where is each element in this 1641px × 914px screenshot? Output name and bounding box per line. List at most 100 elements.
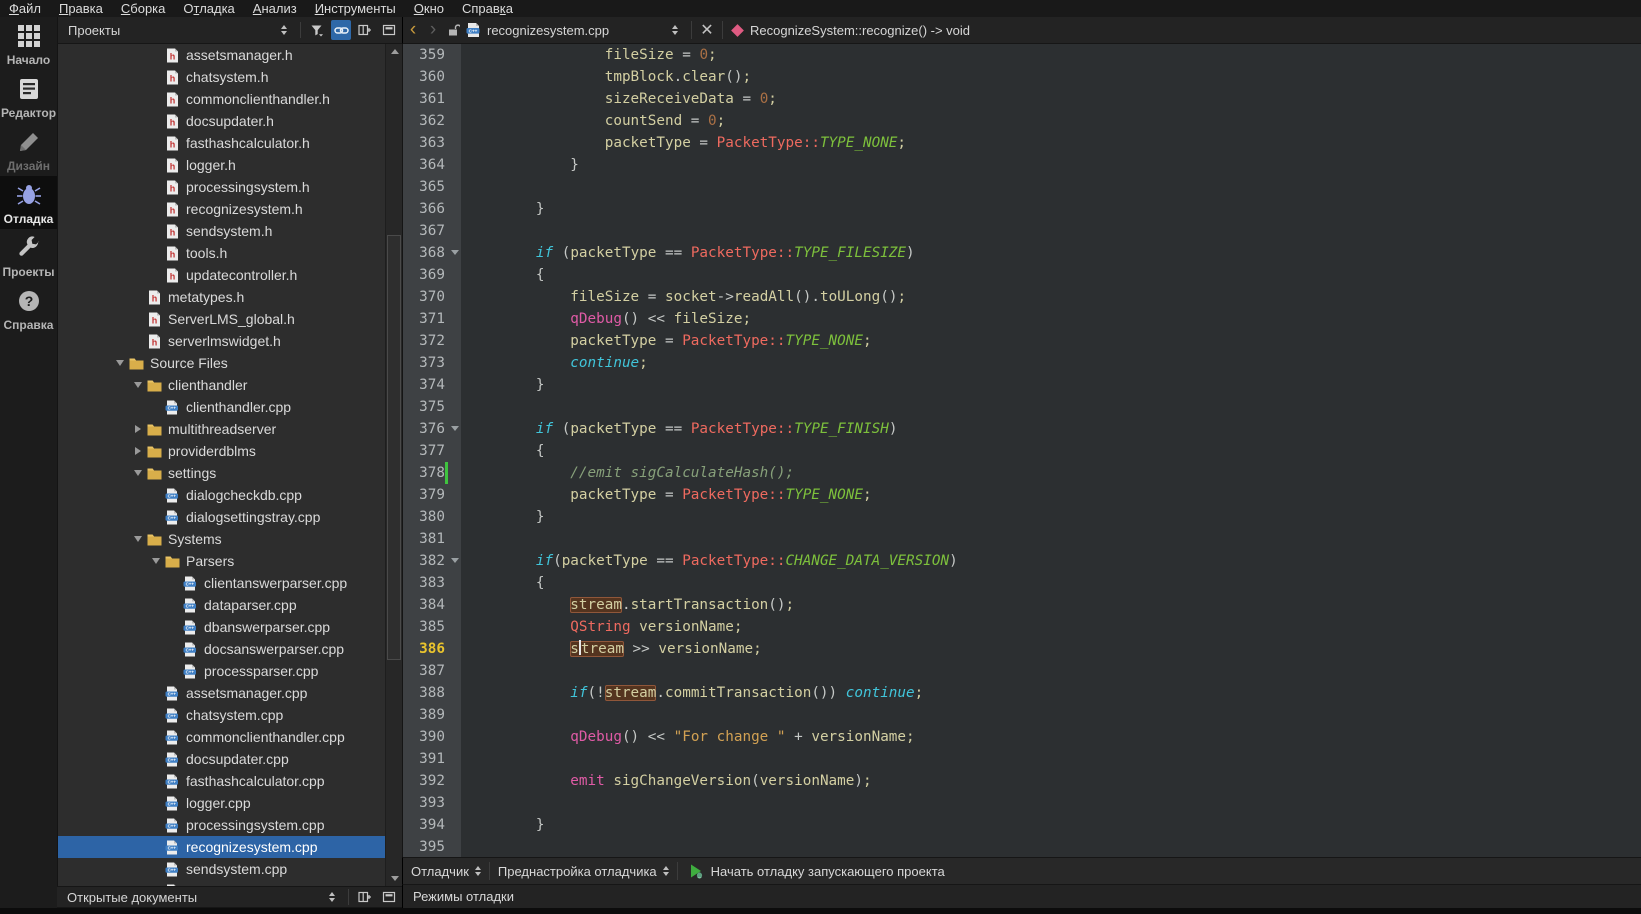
line-number[interactable]: 382 (403, 550, 461, 572)
tree-row[interactable]: C++dbanswerparser.cpp (58, 616, 402, 638)
line-number[interactable]: 381 (403, 528, 461, 550)
tree-row[interactable]: hfasthashcalculator.h (58, 132, 402, 154)
collapsed-arrow-icon[interactable] (130, 421, 146, 437)
tree-row[interactable]: clienthandler (58, 374, 402, 396)
current-symbol-selector[interactable]: RecognizeSystem::recognize() -> void (750, 23, 970, 38)
open-file-selector[interactable]: recognizesystem.cpp (487, 23, 665, 38)
line-number[interactable]: 359 (403, 44, 461, 66)
line-number[interactable]: 392 (403, 770, 461, 792)
expanded-arrow-icon[interactable] (148, 553, 164, 569)
split-icon[interactable] (355, 887, 375, 907)
line-number[interactable]: 393 (403, 792, 461, 814)
expanded-arrow-icon[interactable] (130, 531, 146, 547)
tree-row[interactable]: settings (58, 462, 402, 484)
menu-item[interactable]: Справка (453, 0, 522, 17)
tree-row[interactable]: Source Files (58, 352, 402, 374)
code-editor[interactable]: 3593603613623633643653663673683693703713… (402, 44, 1641, 857)
tree-row[interactable]: C++dialogsettingstray.cpp (58, 506, 402, 528)
line-number[interactable]: 376 (403, 418, 461, 440)
tree-row[interactable]: Parsers (58, 550, 402, 572)
close-panel-icon[interactable] (379, 20, 399, 40)
line-number[interactable]: 360 (403, 66, 461, 88)
line-number[interactable]: 383 (403, 572, 461, 594)
tree-row[interactable]: hchatsystem.h (58, 66, 402, 88)
mode-item-projects-wrench[interactable]: Проекты (0, 229, 57, 282)
tree-row[interactable]: C++chatsystem.cpp (58, 704, 402, 726)
line-number[interactable]: 384 (403, 594, 461, 616)
line-number[interactable]: 390 (403, 726, 461, 748)
tree-row[interactable]: C++docsanswerparser.cpp (58, 638, 402, 660)
unlock-icon[interactable] (443, 20, 463, 40)
line-number[interactable]: 367 (403, 220, 461, 242)
navigate-back-icon[interactable]: ‹ (403, 18, 423, 42)
mode-item-welcome-grid[interactable]: Начало (0, 17, 57, 70)
navigate-forward-icon[interactable]: › (423, 18, 443, 42)
line-number[interactable]: 368 (403, 242, 461, 264)
code-area[interactable]: fileSize = 0; tmpBlock.clear(); sizeRece… (461, 44, 1641, 857)
tree-row[interactable]: hprocessingsystem.h (58, 176, 402, 198)
fold-arrow-icon[interactable] (451, 250, 459, 255)
collapsed-arrow-icon[interactable] (130, 443, 146, 459)
tree-row[interactable]: htools.h (58, 242, 402, 264)
line-number[interactable]: 363 (403, 132, 461, 154)
tree-row[interactable]: C++dialogcheckdb.cpp (58, 484, 402, 506)
line-number[interactable]: 394 (403, 814, 461, 836)
tree-row[interactable]: C++fasthashcalculator.cpp (58, 770, 402, 792)
tree-row[interactable]: multithreadserver (58, 418, 402, 440)
tree-row[interactable]: C++sendsystem.cpp (58, 858, 402, 880)
tree-row[interactable]: hrecognizesystem.h (58, 198, 402, 220)
close-document-icon[interactable]: ✕ (698, 20, 716, 40)
link-with-editor-icon[interactable] (331, 20, 351, 40)
line-number[interactable]: 389 (403, 704, 461, 726)
mode-item-help-question[interactable]: ?Справка (0, 282, 57, 335)
fold-arrow-icon[interactable] (451, 558, 459, 563)
tree-row[interactable]: C++recognizesystem.cpp (58, 836, 402, 858)
line-number[interactable]: 385 (403, 616, 461, 638)
debug-preset-combo[interactable]: Преднастройка отладчика (490, 858, 677, 884)
line-number[interactable]: 387 (403, 660, 461, 682)
tree-row[interactable]: C++logger.cpp (58, 792, 402, 814)
tree-row[interactable]: Systems (58, 528, 402, 550)
line-number[interactable]: 365 (403, 176, 461, 198)
project-tree[interactable]: hassetsmanager.hhchatsystem.hhcommonclie… (57, 44, 402, 886)
line-number[interactable]: 366 (403, 198, 461, 220)
menu-item[interactable]: Сборка (112, 0, 175, 17)
line-number[interactable]: 374 (403, 374, 461, 396)
line-number[interactable]: 371 (403, 308, 461, 330)
tree-scrollbar[interactable] (385, 44, 402, 886)
tree-row[interactable]: hServerLMS_global.h (58, 308, 402, 330)
tree-row[interactable]: hsendsystem.h (58, 220, 402, 242)
close-panel-icon[interactable] (379, 887, 399, 907)
line-number[interactable]: 391 (403, 748, 461, 770)
scroll-down-icon[interactable] (386, 871, 402, 886)
line-number[interactable]: 372 (403, 330, 461, 352)
tree-row[interactable]: C++clientanswerparser.cpp (58, 572, 402, 594)
tree-row[interactable]: C++assetsmanager.cpp (58, 682, 402, 704)
line-number[interactable]: 364 (403, 154, 461, 176)
line-number[interactable]: 377 (403, 440, 461, 462)
debugger-combo[interactable]: Отладчик (403, 858, 489, 884)
updown-icon[interactable] (274, 20, 294, 40)
line-number[interactable]: 378 (403, 462, 461, 484)
tree-row[interactable]: hassetsmanager.h (58, 44, 402, 66)
line-number[interactable]: 388 (403, 682, 461, 704)
menu-item[interactable]: Правка (50, 0, 112, 17)
tree-row[interactable]: C++processparser.cpp (58, 660, 402, 682)
menu-item[interactable]: Инструменты (306, 0, 405, 17)
menu-item[interactable]: Анализ (244, 0, 306, 17)
tree-row[interactable]: C++processingsystem.cpp (58, 814, 402, 836)
tree-row[interactable]: hmetatypes.h (58, 286, 402, 308)
line-number[interactable]: 362 (403, 110, 461, 132)
expanded-arrow-icon[interactable] (112, 355, 128, 371)
menu-item[interactable]: Файл (0, 0, 50, 17)
tree-row[interactable]: hcommonclienthandler.h (58, 88, 402, 110)
filter-icon[interactable] (307, 20, 327, 40)
updown-icon[interactable] (322, 887, 342, 907)
tree-row[interactable]: C++dataparser.cpp (58, 594, 402, 616)
line-number[interactable]: 380 (403, 506, 461, 528)
scroll-up-icon[interactable] (386, 44, 402, 59)
start-debug-label[interactable]: Начать отладку запускающего проекта (711, 864, 945, 879)
tree-row[interactable]: hserverlmswidget.h (58, 330, 402, 352)
line-number[interactable]: 373 (403, 352, 461, 374)
tree-row[interactable]: C++clienthandler.cpp (58, 396, 402, 418)
